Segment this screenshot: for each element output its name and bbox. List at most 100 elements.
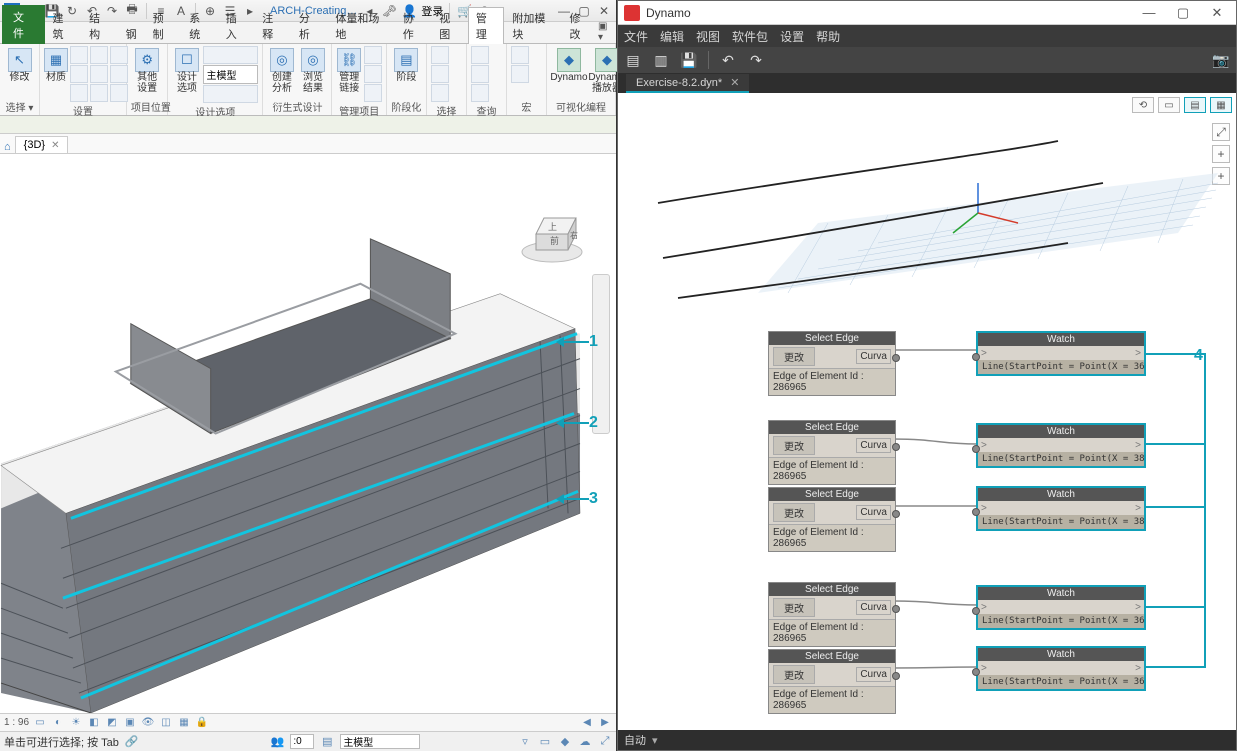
menu-view[interactable]: 视图 — [696, 28, 720, 45]
modify-button[interactable]: ↖修改 — [4, 46, 35, 86]
select-icon[interactable]: ▭ — [538, 735, 552, 749]
isolate-icon[interactable]: ◫ — [159, 716, 173, 730]
output-port[interactable] — [892, 672, 900, 680]
materials-button[interactable]: ▦材质 — [44, 46, 68, 86]
gd-create-button[interactable]: ◎创建 分析 — [267, 46, 296, 96]
input-port[interactable] — [972, 668, 980, 676]
crop-icon[interactable]: ▣ — [123, 716, 137, 730]
ribbon-tab-addins[interactable]: 附加模块 — [504, 7, 561, 44]
ribbon-tab-annotate[interactable]: 注释 — [254, 7, 291, 44]
input-port[interactable] — [972, 445, 980, 453]
viewcube[interactable]: 上 前 右 — [516, 194, 588, 266]
ribbon-tab-struct[interactable]: 结构 — [81, 7, 118, 44]
redo-icon[interactable]: ↷ — [747, 51, 765, 69]
change-button[interactable]: 更改 — [773, 665, 815, 684]
file-tab-exercise[interactable]: Exercise-8.2.dyn* ✕ — [626, 74, 749, 93]
status-input[interactable] — [290, 734, 314, 749]
phases-button[interactable]: ▤阶段 — [391, 46, 422, 86]
design-option-combo[interactable]: 主模型 — [203, 65, 258, 84]
status-model-icon[interactable]: ▤ — [320, 735, 334, 749]
ribbon-tab-view[interactable]: 视图 — [431, 7, 468, 44]
node-watch-4[interactable]: Watch >> Line(StartPoint = Point(X = 36.… — [976, 585, 1146, 630]
do-btn1[interactable] — [203, 46, 258, 64]
run-mode-dropdown[interactable]: ▾ — [652, 734, 658, 747]
change-button[interactable]: 更改 — [773, 436, 815, 455]
gd-explore-button[interactable]: ◎浏览 结果 — [298, 46, 327, 96]
params-btn[interactable] — [90, 46, 108, 64]
undo-icon[interactable]: ↶ — [719, 51, 737, 69]
node-watch-2[interactable]: Watch >> Line(StartPoint = Point(X = 38.… — [976, 423, 1146, 468]
node-select-edge-3[interactable]: Select Edge 更改Curva Edge of Element Id :… — [768, 487, 896, 552]
ribbon-collapse-icon[interactable]: ▣ ▾ — [598, 21, 614, 43]
visual-style-icon[interactable]: ◐ — [51, 716, 65, 730]
output-port[interactable] — [892, 605, 900, 613]
filter-icon[interactable]: ▿ — [518, 735, 532, 749]
view-tab-3d[interactable]: {3D} ✕ — [15, 136, 69, 153]
global-btn[interactable] — [90, 84, 108, 102]
camera-icon[interactable]: 📷 — [1212, 51, 1230, 69]
saveas-icon[interactable]: 💾 — [680, 51, 698, 69]
scroll-right-icon[interactable]: ▶ — [598, 716, 612, 730]
close-icon[interactable]: ✕ — [51, 140, 59, 151]
reveal-icon[interactable]: ▦ — [177, 716, 191, 730]
output-port[interactable] — [892, 443, 900, 451]
purge-btn[interactable] — [110, 65, 128, 83]
status-people-icon[interactable]: 👥 — [271, 735, 285, 748]
status-zoom-icon[interactable]: ⤢ — [598, 735, 612, 749]
status-model-combo[interactable] — [340, 734, 420, 749]
input-port[interactable] — [972, 353, 980, 361]
units-btn[interactable] — [110, 84, 128, 102]
close-icon[interactable]: ✕ — [730, 76, 739, 89]
snap-btn[interactable] — [70, 65, 88, 83]
manage-links-button[interactable]: ⛓管理 链接 — [336, 46, 361, 96]
dynamo-workspace[interactable]: ⟲ ▭ ▤ ▦ ⤢ + + — [618, 93, 1236, 730]
node-watch-1[interactable]: Watch >> Line(StartPoint = Point(X = 36.… — [976, 331, 1146, 376]
output-port[interactable] — [892, 510, 900, 518]
view-home-icon[interactable]: ⌂ — [4, 141, 11, 153]
menu-edit[interactable]: 编辑 — [660, 28, 684, 45]
hide-icon[interactable]: 👁 — [141, 716, 155, 730]
menu-packages[interactable]: 软件包 — [732, 28, 768, 45]
ribbon-tab-analyze[interactable]: 分析 — [291, 7, 328, 44]
ribbon-tab-manage[interactable]: 管理 — [468, 7, 505, 44]
ribbon-tab-steel[interactable]: 钢 — [118, 23, 145, 44]
navigation-bar[interactable] — [592, 274, 610, 434]
dyn-min-icon[interactable]: — — [1136, 4, 1162, 22]
sunpath-icon[interactable]: ☀ — [69, 716, 83, 730]
change-button[interactable]: 更改 — [773, 598, 815, 617]
ribbon-tab-systems[interactable]: 系统 — [181, 7, 218, 44]
menu-settings[interactable]: 设置 — [780, 28, 804, 45]
scroll-left-icon[interactable]: ◀ — [580, 716, 594, 730]
ribbon-tab-massing[interactable]: 体量和场地 — [327, 7, 394, 44]
ribbon-tab-modify[interactable]: 修改 — [561, 7, 598, 44]
node-select-edge-4[interactable]: Select Edge 更改Curva Edge of Element Id :… — [768, 582, 896, 647]
shadows-icon[interactable]: ◧ — [87, 716, 101, 730]
open-icon[interactable]: ▥ — [652, 51, 670, 69]
dynamo-button[interactable]: ◆Dynamo — [551, 46, 587, 86]
shared-btn[interactable] — [90, 65, 108, 83]
window-close-icon[interactable]: ✕ — [596, 3, 612, 19]
dyn-restore-icon[interactable]: ▢ — [1170, 4, 1196, 22]
viewport-3d[interactable]: 上 前 右 1 2 3 — [0, 154, 616, 713]
status-link-icon[interactable]: 🔗 — [125, 735, 139, 748]
menu-help[interactable]: 帮助 — [816, 28, 840, 45]
ribbon-tab-insert[interactable]: 插入 — [218, 7, 255, 44]
render-icon[interactable]: ◩ — [105, 716, 119, 730]
input-port[interactable] — [972, 508, 980, 516]
do-btn2[interactable] — [203, 85, 258, 103]
status-cloud-icon[interactable]: ☁ — [578, 735, 592, 749]
ribbon-tab-collab[interactable]: 协作 — [395, 7, 432, 44]
status-dynamo-icon[interactable]: ◆ — [558, 735, 572, 749]
menu-file[interactable]: 文件 — [624, 28, 648, 45]
node-select-edge-5[interactable]: Select Edge 更改Curva Edge of Element Id :… — [768, 649, 896, 714]
ribbon-tab-precast[interactable]: 预制 — [145, 7, 182, 44]
other-settings-button[interactable]: ⚙其他 设置 — [131, 46, 163, 96]
design-options-button[interactable]: ☐设计 选项 — [172, 46, 201, 96]
node-watch-5[interactable]: Watch >> Line(StartPoint = Point(X = 36.… — [976, 646, 1146, 691]
view-scale[interactable]: 1 : 96 — [4, 717, 29, 728]
ribbon-tab-arch[interactable]: 建筑 — [45, 7, 82, 44]
node-select-edge-2[interactable]: Select Edge 更改Curva Edge of Element Id :… — [768, 420, 896, 485]
info-btn[interactable] — [70, 84, 88, 102]
qat-print-icon[interactable]: 🖶 — [124, 3, 140, 19]
change-button[interactable]: 更改 — [773, 503, 815, 522]
